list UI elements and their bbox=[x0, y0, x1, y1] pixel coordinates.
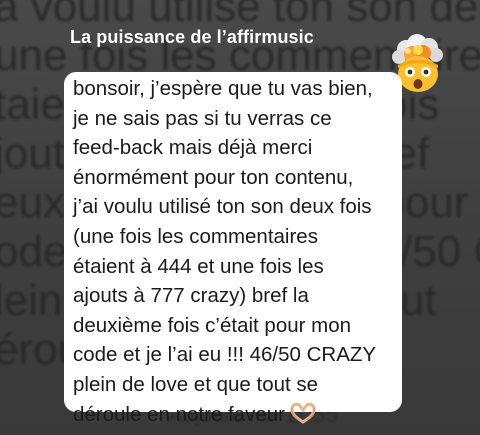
heart-hands-icon bbox=[290, 402, 316, 424]
message-text: bonsoir, j’espère que tu vas bien, je ne… bbox=[73, 77, 377, 426]
story-caption: La puissance de l’affirmusic bbox=[70, 27, 314, 47]
message-bubble: bonsoir, j’espère que tu vas bien, je ne… bbox=[64, 72, 402, 426]
